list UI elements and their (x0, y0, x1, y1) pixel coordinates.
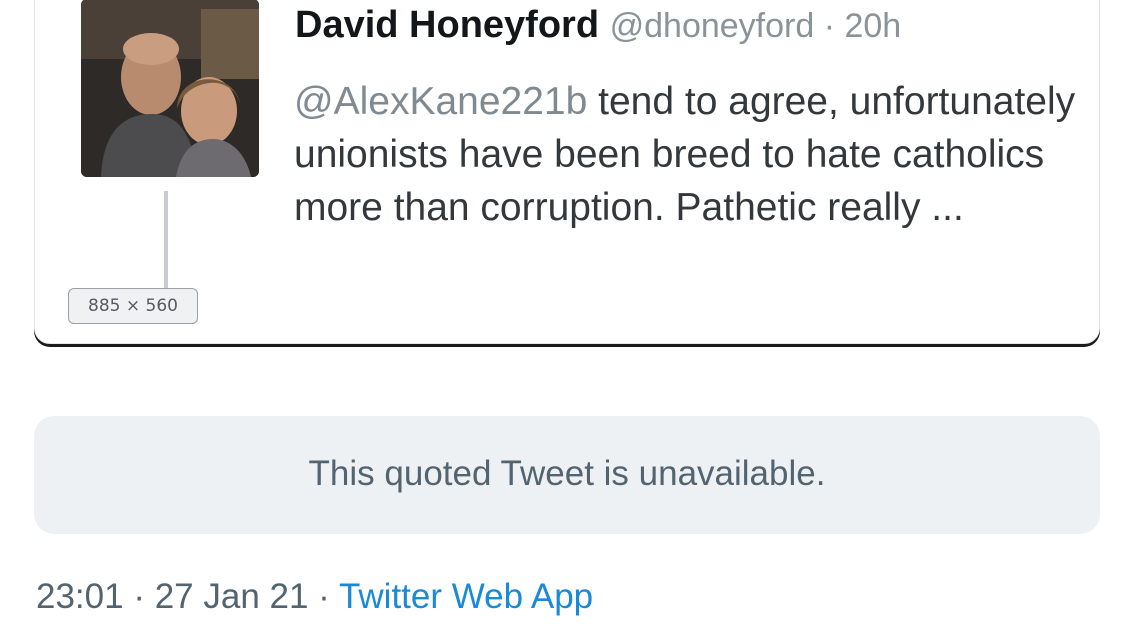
tweet-detail: 885 × 560 David Honeyford @dhoneyford · … (0, 0, 1125, 633)
avatar-image (81, 0, 259, 177)
mention-link[interactable]: @AlexKane221b (294, 80, 587, 123)
tweet-time-ago[interactable]: 20h (844, 7, 901, 45)
quoted-tweet-notice: This quoted Tweet is unavailable. (308, 454, 826, 493)
tweet-body: @AlexKane221b tend to agree, unfortunate… (294, 75, 1099, 234)
author-name[interactable]: David Honeyford (295, 4, 599, 46)
tweet-meta: 23:01 · 27 Jan 21 · Twitter Web App (36, 575, 593, 619)
header-separator: · (814, 7, 845, 45)
quoted-tweet-unavailable: This quoted Tweet is unavailable. (34, 416, 1100, 534)
meta-separator: · (308, 577, 339, 616)
tweet-time[interactable]: 23:01 (36, 577, 124, 616)
tweet-source-link[interactable]: Twitter Web App (339, 577, 593, 616)
avatar[interactable] (81, 0, 259, 177)
image-size-badge: 885 × 560 (68, 288, 198, 324)
author-handle[interactable]: @dhoneyford (610, 7, 815, 45)
meta-separator: · (123, 577, 155, 616)
thread-connector-line (164, 191, 168, 301)
tweet-date[interactable]: 27 Jan 21 (155, 577, 309, 616)
embedded-screenshot[interactable]: 885 × 560 David Honeyford @dhoneyford · … (34, 0, 1100, 344)
tweet-header: David Honeyford @dhoneyford · 20h (295, 1, 901, 49)
